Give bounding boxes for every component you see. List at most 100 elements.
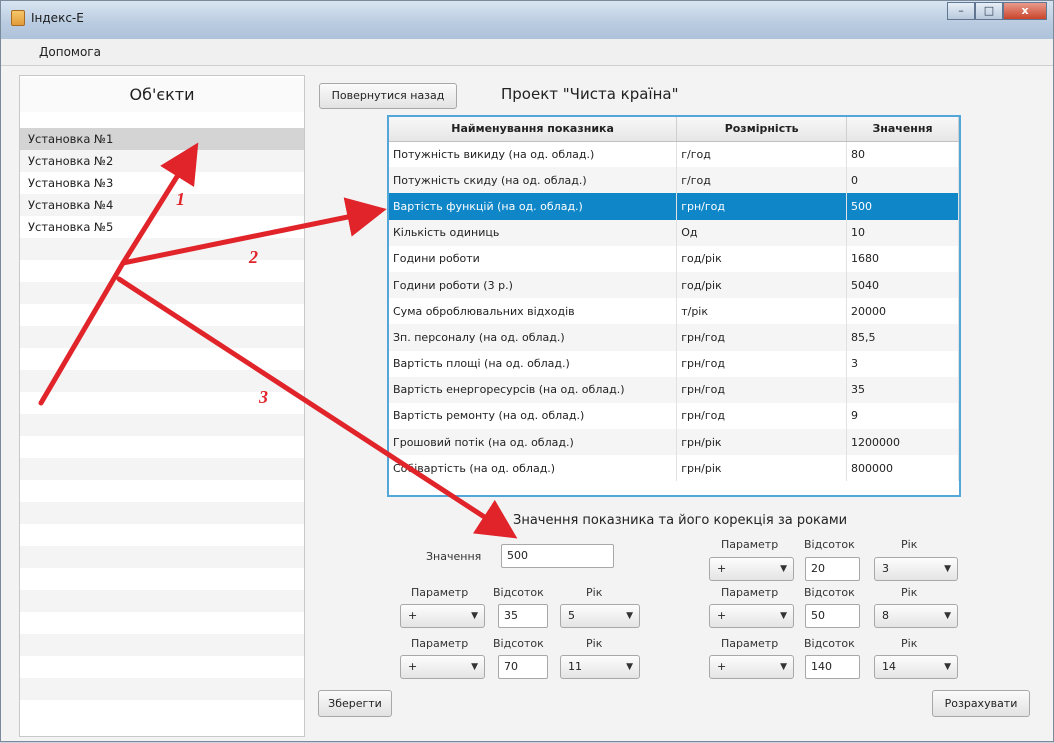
menu-bar: Допомога [1, 39, 1053, 66]
object-item-1[interactable]: Установка №1 [20, 128, 304, 150]
table-row[interactable]: Зп. персоналу (на од. облад.) грн/год 85,5 [389, 324, 959, 351]
year-value: 11 [568, 660, 582, 673]
year-value: 3 [882, 562, 889, 575]
param-select-3[interactable]: + ▼ [709, 557, 794, 581]
column-header-unit[interactable]: Розмірність [676, 117, 848, 142]
cell-unit: грн/год [676, 193, 848, 220]
table-row[interactable]: Вартість функцій (на од. облад.) грн/год 5… [389, 193, 959, 220]
object-empty-row [20, 612, 304, 634]
cell-value: 500 [846, 193, 959, 220]
percent-input-4[interactable]: 50 [805, 604, 860, 628]
object-empty-row [20, 656, 304, 678]
param-label: Параметр [411, 637, 469, 650]
correction-title: Значення показника та його корекція за р… [513, 513, 848, 528]
year-select-4[interactable]: 8 ▼ [874, 604, 958, 628]
cell-value: 1680 [846, 245, 959, 272]
object-empty-row [20, 678, 304, 700]
table-row[interactable]: Собівартість (на од. облад.) грн/рік 80000… [389, 455, 959, 482]
param-select-5[interactable]: + ▼ [709, 655, 794, 679]
year-label: Рік [901, 586, 918, 599]
cell-name: Вартість площі (на од. облад.) [389, 350, 678, 377]
chevron-down-icon: ▼ [626, 611, 633, 621]
object-empty-row [20, 634, 304, 656]
back-button[interactable]: Повернутися назад [319, 83, 457, 109]
percent-input-3[interactable]: 20 [805, 557, 860, 581]
value-input[interactable]: 500 [501, 544, 614, 568]
chevron-down-icon: ▼ [780, 662, 787, 672]
param-select-1[interactable]: + ▼ [400, 604, 485, 628]
cell-value: 1200000 [846, 429, 959, 456]
object-empty-row [20, 568, 304, 590]
window-controls: – □ x [947, 2, 1047, 20]
cell-name: Години роботи (3 р.) [389, 271, 678, 299]
object-empty-row [20, 436, 304, 458]
save-button[interactable]: Зберегти [318, 690, 392, 717]
table-row[interactable]: Сума оброблювальних відходів т/рік 20000 [389, 298, 959, 325]
object-empty-row [20, 414, 304, 436]
year-select-1[interactable]: 5 ▼ [560, 604, 640, 628]
table-row[interactable]: Потужність скиду (на од. облад.) г/год 0 [389, 167, 959, 194]
table-row[interactable]: Вартість площі (на од. облад.) грн/год 3 [389, 350, 959, 377]
percent-input-5[interactable]: 140 [805, 655, 860, 679]
table-row[interactable]: Години роботи (3 р.) год/рік 5040 [389, 271, 959, 299]
table-row[interactable]: Кількість одиниць Од 10 [389, 219, 959, 246]
param-select-2[interactable]: + ▼ [400, 655, 485, 679]
table-row[interactable]: Вартість ремонту (на од. облад.) грн/год 9 [389, 402, 959, 430]
cell-name: Грошовий потік (на од. облад.) [389, 429, 678, 456]
calculate-button[interactable]: Розрахувати [932, 690, 1030, 717]
year-label: Рік [901, 538, 918, 551]
window-title: Індекс-Е [31, 11, 84, 25]
cell-unit: грн/рік [676, 455, 848, 482]
object-item-4[interactable]: Установка №4 [20, 194, 304, 216]
param-label: Параметр [721, 586, 779, 599]
cell-unit: грн/год [676, 350, 848, 377]
cell-unit: грн/рік [676, 429, 848, 456]
object-item-2[interactable]: Установка №2 [20, 150, 304, 172]
percent-input-2[interactable]: 70 [498, 655, 548, 679]
chevron-down-icon: ▼ [471, 662, 478, 672]
cell-value: 85,5 [846, 324, 959, 351]
cell-unit: т/рік [676, 298, 848, 325]
year-label: Рік [901, 637, 918, 650]
param-value: + [408, 609, 418, 622]
object-empty-row [20, 282, 304, 304]
cell-name: Собівартість (на од. облад.) [389, 455, 678, 482]
object-empty-row [20, 546, 304, 568]
object-empty-row [20, 524, 304, 546]
table-row[interactable]: Вартість енергоресурсів (на од. облад.) г… [389, 376, 959, 403]
cell-unit: грн/год [676, 402, 848, 430]
table-row[interactable]: Потужність викиду (на од. облад.) г/год 80 [389, 141, 959, 168]
menu-help[interactable]: Допомога [39, 45, 101, 59]
table-row[interactable]: Грошовий потік (на од. облад.) грн/рік 120… [389, 429, 959, 456]
year-select-2[interactable]: 11 ▼ [560, 655, 640, 679]
cell-value: 0 [846, 167, 959, 194]
param-label: Параметр [721, 637, 779, 650]
object-empty-row [20, 326, 304, 348]
column-header-value[interactable]: Значення [846, 117, 959, 142]
object-empty-row [20, 370, 304, 392]
percent-label: Відсоток [493, 586, 544, 599]
param-label: Параметр [411, 586, 469, 599]
param-select-4[interactable]: + ▼ [709, 604, 794, 628]
table-row[interactable]: Години роботи год/рік 1680 [389, 245, 959, 272]
object-item-3[interactable]: Установка №3 [20, 172, 304, 194]
object-item-5[interactable]: Установка №5 [20, 216, 304, 238]
cell-value: 9 [846, 402, 959, 430]
title-bar[interactable]: Індекс-Е – □ x [1, 1, 1053, 39]
cell-unit: Од [676, 219, 848, 246]
chevron-down-icon: ▼ [944, 662, 951, 672]
year-select-3[interactable]: 3 ▼ [874, 557, 958, 581]
maximize-button[interactable]: □ [975, 2, 1003, 20]
close-button[interactable]: x [1003, 2, 1047, 20]
app-window: Індекс-Е – □ x Допомога Об'єкти Установк… [0, 0, 1054, 742]
percent-input-1[interactable]: 35 [498, 604, 548, 628]
minimize-button[interactable]: – [947, 2, 975, 20]
cell-name: Потужність викиду (на од. облад.) [389, 141, 678, 168]
project-title: Проект "Чиста країна" [501, 85, 679, 103]
object-empty-row [20, 238, 304, 260]
column-header-name[interactable]: Найменування показника [389, 117, 678, 142]
cell-unit: грн/год [676, 324, 848, 351]
cell-unit: г/год [676, 167, 848, 194]
year-select-5[interactable]: 14 ▼ [874, 655, 958, 679]
year-value: 5 [568, 609, 575, 622]
